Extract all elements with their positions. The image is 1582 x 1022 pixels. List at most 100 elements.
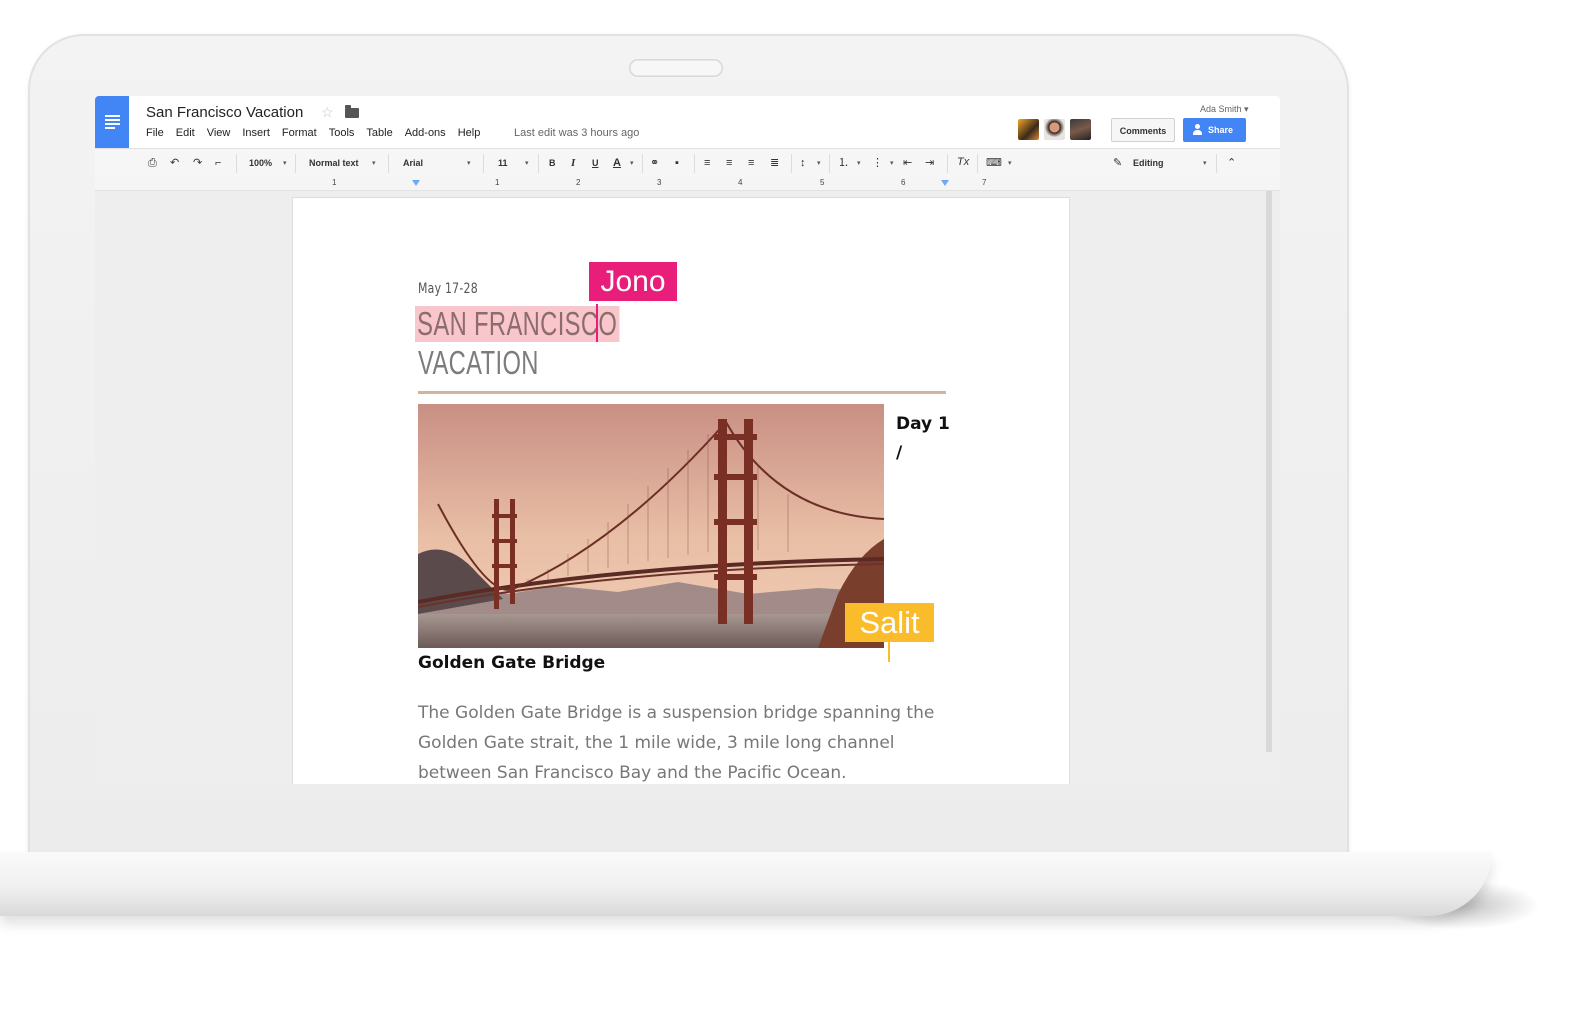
align-center-icon[interactable]: ≡ [726, 157, 732, 170]
keyboard-icon[interactable]: ⌨ [986, 157, 1002, 170]
trip-dates: May 17-28 [418, 281, 478, 297]
ruler-number: 6 [901, 178, 906, 187]
link-icon[interactable]: ⚭ [650, 157, 659, 170]
divider [694, 154, 695, 173]
style-select[interactable]: Normal text [309, 158, 359, 168]
chevron-down-icon[interactable]: ▾ [372, 159, 376, 167]
user-name: Ada Smith [1200, 104, 1242, 114]
chevron-down-icon[interactable]: ▾ [1008, 159, 1012, 167]
formatting-toolbar: ⎙ ↶ ↷ ⌐ 100% ▾ Normal text ▾ Arial ▾ 11 … [95, 149, 1280, 179]
divider [791, 154, 792, 173]
document-page[interactable]: May 17-28 SAN FRANCISCO Jono VACATION Da… [293, 198, 1069, 784]
chevron-down-icon[interactable]: ▾ [283, 159, 287, 167]
menu-bar: File Edit View Insert Format Tools Table… [146, 127, 492, 139]
comments-button[interactable]: Comments [1111, 118, 1175, 142]
menu-table[interactable]: Table [366, 127, 392, 139]
menu-edit[interactable]: Edit [176, 127, 195, 139]
menu-tools[interactable]: Tools [329, 127, 355, 139]
divider [829, 154, 830, 173]
webcam [629, 59, 723, 77]
ruler-number: 3 [657, 178, 662, 187]
chevron-down-icon[interactable]: ▾ [857, 159, 861, 167]
document-title[interactable]: San Francisco Vacation [146, 104, 303, 121]
bulleted-list-icon[interactable]: ⋮ [872, 157, 883, 170]
avatar[interactable] [1070, 119, 1091, 140]
menu-add-ons[interactable]: Add-ons [405, 127, 446, 139]
undo-icon[interactable]: ↶ [170, 157, 179, 170]
chevron-down-icon[interactable]: ▾ [630, 159, 634, 167]
paint-format-icon[interactable]: ⌐ [215, 157, 221, 170]
divider [977, 154, 978, 173]
chevron-down-icon[interactable]: ▾ [817, 159, 821, 167]
numbered-list-icon[interactable]: ⒈ [838, 157, 849, 170]
avatar[interactable] [1018, 119, 1039, 140]
ruler-number: 1 [495, 178, 500, 187]
align-justify-icon[interactable]: ≣ [770, 157, 779, 170]
day-label: Day 1 / [896, 410, 950, 468]
chevron-down-icon[interactable]: ▾ [890, 159, 894, 167]
ruler-number: 4 [738, 178, 743, 187]
zoom-select[interactable]: 100% [249, 158, 272, 168]
bold-button[interactable]: B [549, 158, 556, 168]
editing-mode-select[interactable]: Editing [1133, 158, 1164, 168]
star-icon[interactable]: ☆ [321, 104, 334, 121]
font-size-select[interactable]: 11 [498, 158, 508, 168]
ruler-number: 2 [576, 178, 581, 187]
increase-indent-icon[interactable]: ⇥ [925, 157, 934, 170]
pencil-icon: ✎ [1113, 157, 1123, 169]
decrease-indent-icon[interactable]: ⇤ [903, 157, 912, 170]
collaborator-cursor-jono [596, 304, 598, 342]
divider [642, 154, 643, 173]
photo-caption: Golden Gate Bridge [418, 653, 606, 673]
folder-icon[interactable] [345, 105, 359, 118]
menu-format[interactable]: Format [282, 127, 317, 139]
indent-marker[interactable] [412, 180, 420, 186]
print-icon[interactable]: ⎙ [148, 157, 157, 170]
share-button[interactable]: Share [1183, 118, 1246, 142]
chevron-down-icon[interactable]: ▾ [467, 159, 471, 167]
collaborator-flag-jono: Jono [589, 262, 677, 301]
day-label-line-1: Day 1 [896, 414, 950, 434]
align-right-icon[interactable]: ≡ [748, 157, 754, 170]
menu-view[interactable]: View [207, 127, 231, 139]
clear-formatting-button[interactable]: Tx [957, 156, 969, 168]
chevron-down-icon[interactable]: ▾ [1203, 159, 1207, 167]
divider [295, 154, 296, 173]
golden-gate-photo[interactable] [418, 404, 884, 648]
last-edit-status[interactable]: Last edit was 3 hours ago [514, 127, 639, 139]
text-color-button[interactable]: A [613, 157, 621, 169]
divider [538, 154, 539, 173]
menu-help[interactable]: Help [458, 127, 481, 139]
person-icon [1193, 124, 1202, 135]
docs-logo-icon[interactable] [95, 96, 129, 148]
docs-window: San Francisco Vacation ☆ File Edit View … [95, 96, 1280, 784]
ruler[interactable]: 1 1 2 3 4 5 6 7 [95, 178, 1280, 191]
underline-button[interactable]: U [592, 158, 599, 168]
collaborator-cursor-salit [888, 642, 890, 662]
line-spacing-icon[interactable]: ↕ [800, 157, 806, 170]
collapse-menus-icon[interactable]: ⌃ [1227, 157, 1236, 170]
menu-file[interactable]: File [146, 127, 164, 139]
divider [483, 154, 484, 173]
title-line-2: VACATION [418, 344, 539, 381]
comment-icon[interactable]: ▪ [675, 157, 679, 170]
account-menu[interactable]: Ada Smith ▾ [1200, 104, 1249, 115]
avatar[interactable] [1044, 119, 1065, 140]
body-paragraph: The Golden Gate Bridge is a suspension b… [418, 703, 935, 783]
title-divider [418, 391, 946, 394]
laptop-base [0, 852, 1492, 916]
italic-button[interactable]: I [571, 157, 575, 169]
menu-insert[interactable]: Insert [242, 127, 270, 139]
chevron-down-icon[interactable]: ▾ [525, 159, 529, 167]
collaborator-flag-salit: Salit [845, 603, 934, 642]
redo-icon[interactable]: ↷ [193, 157, 202, 170]
align-left-icon[interactable]: ≡ [704, 157, 710, 170]
ruler-number: 7 [982, 178, 987, 187]
right-margin-marker[interactable] [941, 180, 949, 186]
font-select[interactable]: Arial [403, 158, 423, 168]
scrollbar[interactable] [1266, 191, 1272, 752]
ruler-number: 1 [332, 178, 337, 187]
divider [388, 154, 389, 173]
chevron-down-icon: ▾ [1244, 104, 1249, 114]
divider [947, 154, 948, 173]
